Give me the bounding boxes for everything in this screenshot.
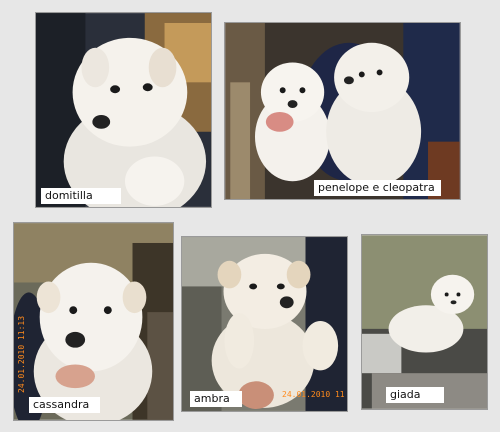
photo-domitilla: domitilla <box>35 12 212 208</box>
puppy-image <box>36 13 211 207</box>
puppies-image <box>225 23 460 199</box>
photo-cassandra: 24.01.2010 11:13 cassandra <box>13 222 174 421</box>
puppy-image <box>362 235 487 409</box>
caption-domitilla: domitilla <box>41 188 121 204</box>
photo-ambra: 24.01.2010 11 ambra <box>181 236 348 412</box>
date-stamp: 24.01.2010 11 <box>282 390 345 399</box>
caption-ambra: ambra <box>190 391 242 407</box>
caption-penelope-cleopatra: penelope e cleopatra <box>314 180 441 196</box>
puppy-image <box>14 223 173 420</box>
photo-penelope-cleopatra: penelope e cleopatra <box>224 22 461 200</box>
date-stamp: 24.01.2010 11:13 <box>17 315 26 393</box>
puppy-image <box>182 237 347 411</box>
caption-giada: giada <box>386 387 444 403</box>
photo-giada: giada <box>361 234 488 410</box>
caption-cassandra: cassandra <box>29 397 100 413</box>
